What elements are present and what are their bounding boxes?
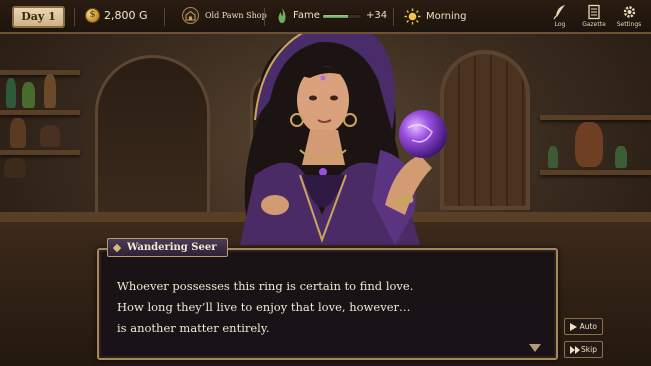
divider xyxy=(264,8,265,26)
gazette-label: Gazette xyxy=(582,21,606,28)
fast-forward-icon xyxy=(570,346,580,354)
fame-label: Fame xyxy=(293,10,320,21)
dialogue-line: is another matter entirely. xyxy=(117,321,270,335)
divider xyxy=(393,8,394,26)
fame-progress-bar xyxy=(322,14,362,19)
day-indicator[interactable]: Day 1 xyxy=(12,6,65,28)
sun-icon xyxy=(404,8,421,25)
auto-button[interactable]: Auto xyxy=(564,318,603,335)
dialogue-text: Whoever possesses this ring is certain t… xyxy=(117,276,413,339)
next-arrow-icon[interactable] xyxy=(529,344,541,352)
newspaper-icon xyxy=(588,4,600,20)
skip-label: Skip xyxy=(581,345,597,354)
time-of-day: Morning xyxy=(426,11,467,22)
top-hud-bar: Day 1 $ 2,800 G Old Pawn Shop Fame +34 M… xyxy=(0,0,651,34)
dialogue-line: Whoever possesses this ring is certain t… xyxy=(117,279,414,293)
log-button[interactable]: Log xyxy=(543,3,577,32)
divider xyxy=(164,8,165,26)
divider xyxy=(74,8,75,26)
gold-amount: 2,800 G xyxy=(104,9,148,22)
gold-coin-icon: $ xyxy=(85,8,100,23)
settings-button[interactable]: Settings xyxy=(612,3,646,32)
shop-icon xyxy=(182,7,199,24)
fame-gain: +34 xyxy=(366,10,388,21)
gear-icon xyxy=(623,6,635,18)
gazette-button[interactable]: Gazette xyxy=(577,3,611,32)
auto-label: Auto xyxy=(579,322,597,331)
quill-icon xyxy=(553,5,565,20)
flame-icon xyxy=(278,8,286,23)
location-name: Old Pawn Shop xyxy=(205,11,267,20)
fame-progress-fill xyxy=(323,15,348,18)
log-label: Log xyxy=(554,21,566,28)
play-icon xyxy=(570,323,577,331)
dialogue-box[interactable]: Whoever possesses this ring is certain t… xyxy=(97,248,558,360)
dialogue-line: How long they’ll live to enjoy that love… xyxy=(117,300,411,314)
settings-label: Settings xyxy=(616,21,642,28)
skip-button[interactable]: Skip xyxy=(564,341,603,358)
speaker-nameplate: Wandering Seer xyxy=(107,238,228,257)
